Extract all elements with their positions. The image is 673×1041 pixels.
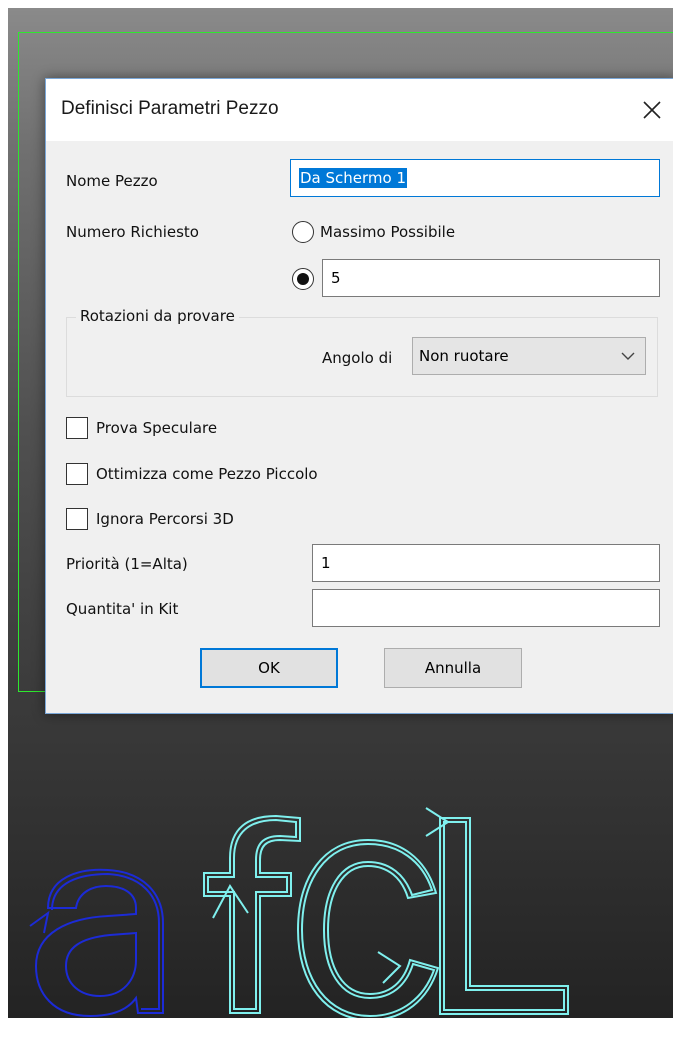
cad-canvas[interactable]: Definisci Parametri Pezzo Nome Pezzo Da …: [8, 8, 673, 1018]
kit-quantity-input[interactable]: [312, 589, 660, 627]
letter-c-shape: [296, 838, 440, 1018]
small-part-checkbox[interactable]: [66, 463, 88, 485]
radio-max-possible[interactable]: [292, 221, 314, 243]
letter-l-shape: [425, 807, 569, 1015]
letter-a-shape: [29, 868, 164, 1018]
close-button[interactable]: [634, 93, 670, 127]
part-name-input[interactable]: Da Schermo 1: [290, 159, 660, 197]
angle-label: Angolo di: [322, 349, 393, 367]
rotations-group-label: Rotazioni da provare: [76, 307, 239, 325]
ignore-3d-label: Ignora Percorsi 3D: [96, 510, 234, 528]
mirror-label: Prova Speculare: [96, 419, 218, 437]
dialog-title: Definisci Parametri Pezzo: [61, 98, 279, 119]
radio-max-possible-label: Massimo Possibile: [320, 223, 456, 241]
priority-label: Priorità (1=Alta): [66, 555, 188, 573]
dialog-titlebar[interactable]: Definisci Parametri Pezzo: [46, 79, 673, 141]
ok-button[interactable]: OK: [200, 648, 338, 688]
quantity-label: Numero Richiesto: [66, 223, 199, 241]
define-part-parameters-dialog: Definisci Parametri Pezzo Nome Pezzo Da …: [45, 78, 673, 714]
mirror-checkbox[interactable]: [66, 417, 88, 439]
letter-f-shape: [203, 814, 301, 1014]
radio-count[interactable]: [292, 268, 314, 290]
cancel-button[interactable]: Annulla: [384, 648, 522, 688]
priority-input[interactable]: 1: [312, 544, 660, 582]
angle-select-value: Non ruotare: [419, 347, 509, 365]
small-part-label: Ottimizza come Pezzo Piccolo: [96, 465, 318, 483]
count-input[interactable]: 5: [322, 259, 660, 297]
close-icon: [643, 101, 661, 119]
part-name-label: Nome Pezzo: [66, 172, 158, 190]
chevron-down-icon: [621, 352, 635, 360]
part-name-selected-text: Da Schermo 1: [299, 168, 408, 188]
angle-select[interactable]: Non ruotare: [412, 337, 646, 375]
kit-quantity-label: Quantita' in Kit: [66, 600, 179, 618]
ignore-3d-checkbox[interactable]: [66, 508, 88, 530]
